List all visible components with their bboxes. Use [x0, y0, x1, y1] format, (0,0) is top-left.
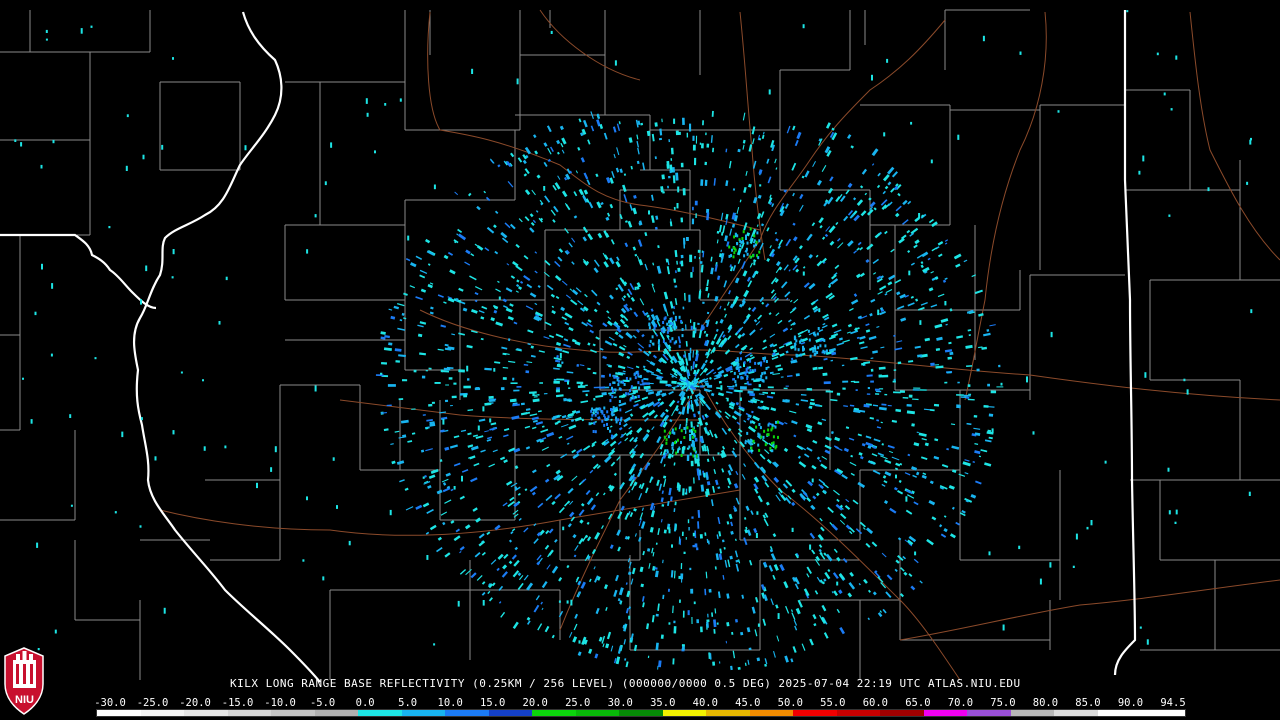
scale-swatch: [314, 710, 359, 716]
scale-swatch: [97, 710, 141, 716]
scale-label: 0.0: [355, 697, 375, 709]
scale-label: 10.0: [437, 697, 463, 709]
scale-swatch: [793, 710, 837, 716]
scale-swatch: [575, 710, 620, 716]
scale-label: 50.0: [777, 697, 803, 709]
scale-label: -30.0: [94, 697, 126, 709]
scale-label: 60.0: [862, 697, 889, 709]
scale-swatch: [358, 710, 402, 716]
scale-swatch: [532, 710, 576, 716]
scale-swatch: [227, 710, 272, 716]
scale-swatch: [836, 710, 881, 716]
scale-label: 5.0: [398, 697, 418, 709]
scale-label: -15.0: [221, 697, 254, 709]
scale-label: -20.0: [179, 697, 211, 709]
scale-swatch: [271, 710, 315, 716]
scale-label: -10.0: [264, 697, 296, 709]
scale-swatch: [1054, 710, 1098, 716]
scale-swatch: [619, 710, 663, 716]
scale-label: 70.0: [947, 697, 974, 709]
product-caption: KILX LONG RANGE BASE REFLECTIVITY (0.25K…: [230, 677, 1021, 690]
scale-swatch: [880, 710, 924, 716]
niu-logo: NIU: [4, 647, 44, 715]
color-scale-labels: -30.0 -25.0 -20.0 -15.0 -10.0 -5.0 0.0 5.0 10.0 1…: [93, 697, 1203, 709]
scale-swatch: [967, 710, 1011, 716]
color-scale-bar: [96, 709, 1186, 717]
scale-swatch: [662, 710, 707, 716]
scale-swatch: [749, 710, 794, 716]
scale-label: 15.0: [480, 697, 506, 709]
scale-label: 25.0: [565, 697, 591, 709]
scale-label: 65.0: [905, 697, 931, 709]
scale-label: -5.0: [309, 697, 336, 709]
scale-label: 30.0: [607, 697, 633, 709]
scale-swatch: [488, 710, 533, 716]
scale-swatch: [445, 710, 489, 716]
scale-label: -25.0: [136, 697, 169, 709]
scale-label: 75.0: [990, 697, 1016, 709]
scale-swatch: [1097, 710, 1142, 716]
scale-label: 40.0: [692, 697, 718, 709]
scale-label: 90.0: [1117, 697, 1144, 709]
scale-swatch: [184, 710, 228, 716]
scale-label: 80.0: [1032, 697, 1059, 709]
scale-swatch: [401, 710, 446, 716]
scale-label: 55.0: [820, 697, 846, 709]
radar-map: [0, 0, 1280, 720]
scale-swatch: [706, 710, 750, 716]
scale-label: 85.0: [1075, 697, 1101, 709]
scale-label: 94.5: [1160, 697, 1186, 709]
scale-swatch: [140, 710, 185, 716]
scale-swatch: [923, 710, 968, 716]
logo-text: NIU: [15, 694, 34, 706]
scale-swatch: [1010, 710, 1055, 716]
scale-swatch: [1141, 710, 1185, 716]
scale-label: 20.0: [522, 697, 548, 709]
scale-label: 35.0: [650, 697, 676, 709]
scale-label: 45.0: [735, 697, 761, 709]
